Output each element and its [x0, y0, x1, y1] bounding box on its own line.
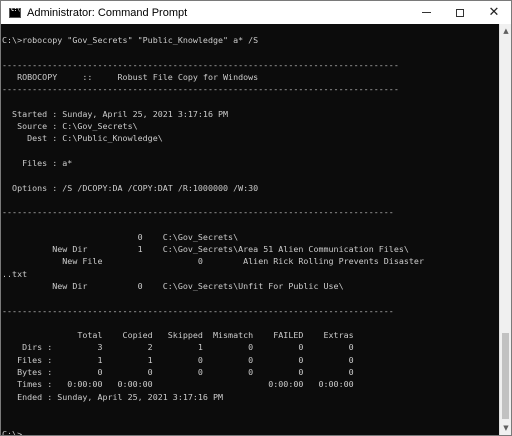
console-line: Bytes : 0 0 0 0 0 0	[2, 367, 354, 378]
console-line: ..txt	[2, 268, 28, 279]
terminal-text: C:\>robocopy "Gov_Secrets" "Public_Knowl…	[2, 34, 424, 435]
window-title: Administrator: Command Prompt	[27, 6, 188, 19]
console-output-area[interactable]: C:\>robocopy "Gov_Secrets" "Public_Knowl…	[1, 24, 499, 435]
console-line: Started : Sunday, April 25, 2021 3:17:16…	[2, 108, 229, 119]
close-button[interactable]: ✕	[477, 1, 511, 24]
console-line: ----------------------------------------…	[2, 84, 399, 95]
console-line: New File 0 Alien Rick Rolling Prevents D…	[2, 256, 424, 267]
command-prompt-window: Administrator: Command Prompt ✕ C:\>robo…	[0, 0, 512, 436]
title-bar[interactable]: Administrator: Command Prompt ✕	[1, 1, 511, 24]
console-line: Ended : Sunday, April 25, 2021 3:17:16 P…	[2, 391, 224, 402]
maximize-button[interactable]	[443, 1, 477, 24]
close-icon: ✕	[488, 5, 500, 20]
console-line: Times : 0:00:00 0:00:00 0:00:00 0:00:00	[2, 379, 354, 390]
console-line: Dest : C:\Public_Knowledge\	[2, 133, 163, 144]
console-line: Source : C:\Gov_Secrets\	[2, 121, 138, 132]
scroll-down-button[interactable]: ▼	[500, 421, 511, 435]
console-line: Options : /S /DCOPY:DA /COPY:DAT /R:1000…	[2, 182, 259, 193]
minimize-button[interactable]	[409, 1, 443, 24]
cmd-icon	[9, 7, 21, 18]
scroll-up-icon: ▲	[503, 27, 509, 35]
minimize-icon	[421, 12, 431, 13]
window-controls: ✕	[409, 1, 511, 24]
scroll-up-button[interactable]: ▲	[500, 24, 511, 38]
console-line: 0 C:\Gov_Secrets\	[2, 231, 239, 242]
console-line: Dirs : 3 2 1 0 0 0	[2, 342, 354, 353]
console-line: New Dir 0 C:\Gov_Secrets\Unfit For Publi…	[2, 280, 344, 291]
console-line: Files : a*	[2, 157, 73, 168]
console-line: ----------------------------------------…	[2, 305, 394, 316]
vertical-scrollbar[interactable]: ▲ ▼	[499, 24, 511, 435]
console-line: C:\>robocopy "Gov_Secrets" "Public_Knowl…	[2, 35, 259, 45]
scroll-thumb[interactable]	[502, 333, 509, 419]
scroll-down-icon: ▼	[503, 424, 509, 432]
console-line: ----------------------------------------…	[2, 207, 394, 218]
console-line: Files : 1 1 0 0 0 0	[2, 354, 354, 365]
console-line: New Dir 1 C:\Gov_Secrets\Area 51 Alien C…	[2, 244, 409, 255]
maximize-icon	[456, 8, 464, 17]
console-line: ----------------------------------------…	[2, 59, 399, 70]
console-line: Total Copied Skipped Mismatch FAILED Ext…	[2, 330, 354, 341]
console-line: C:\>	[2, 428, 23, 436]
console-line: ROBOCOPY :: Robust File Copy for Windows	[2, 71, 259, 82]
